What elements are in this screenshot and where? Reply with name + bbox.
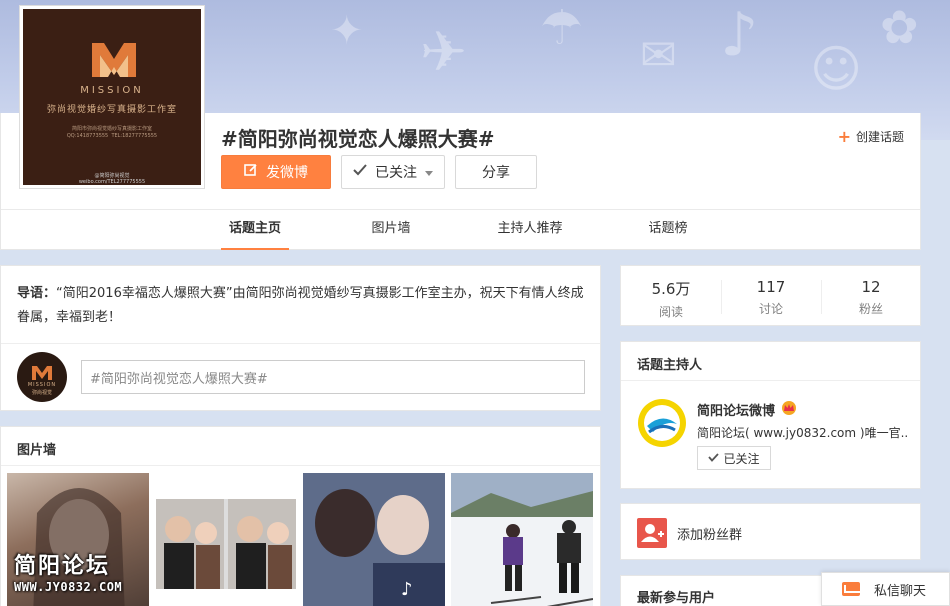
avatar-brand-cn: 弥尚视觉婚纱写真摄影工作室 bbox=[46, 105, 177, 115]
post-weibo-button[interactable]: 发微博 bbox=[221, 155, 331, 189]
avatar-weibo-url: weibo.com/TEL277775555 bbox=[78, 179, 146, 185]
avatar-weibo-handle: @简阳弥尚视觉 bbox=[94, 173, 130, 179]
banner-decoration: ✈ bbox=[420, 20, 467, 85]
create-topic-label: 创建话题 bbox=[855, 130, 904, 144]
divider bbox=[621, 380, 920, 381]
photo-thumbnail[interactable]: ♪ bbox=[303, 473, 445, 606]
tab-host-recommend[interactable]: 主持人推荐 bbox=[487, 210, 573, 250]
topic-title: #简阳弥尚视觉恋人爆照大赛# bbox=[221, 127, 495, 151]
topic-intro-card: 导语：“简阳2016幸福恋人爆照大赛”由简阳弥尚视觉婚纱写真摄影工作室主办，祝天… bbox=[0, 265, 601, 411]
create-topic-link[interactable]: + 创建话题 bbox=[838, 127, 904, 146]
banner-decoration: ☺ bbox=[810, 40, 863, 98]
stat-value: 117 bbox=[756, 278, 786, 296]
avatar-tel: TEL:18277775555 bbox=[111, 133, 158, 139]
svg-text:♪: ♪ bbox=[401, 579, 413, 600]
follow-host-label: 已关注 bbox=[723, 451, 760, 466]
intro-text: “简阳2016幸福恋人爆照大赛”由简阳弥尚视觉婚纱写真摄影工作室主办，祝天下有情… bbox=[17, 286, 584, 325]
photo-thumbnail[interactable] bbox=[451, 473, 593, 606]
watermark-url: WWW.JY0832.COM bbox=[14, 580, 123, 594]
host-description: 简阳论坛( www.jy0832.com )唯一官... bbox=[697, 426, 907, 440]
follow-host-button[interactable]: 已关注 bbox=[697, 446, 771, 470]
banner-decoration: ✿ bbox=[880, 0, 919, 54]
tab-topic-home[interactable]: 话题主页 bbox=[221, 210, 289, 250]
topic-intro: 导语：“简阳2016幸福恋人爆照大赛”由简阳弥尚视觉婚纱写真摄影工作室主办，祝天… bbox=[17, 282, 587, 330]
host-name-link[interactable]: 简阳论坛微博 bbox=[697, 400, 797, 419]
user-avatar[interactable]: MISSION 弥尚视觉 bbox=[17, 352, 67, 402]
intro-prefix: 导语： bbox=[17, 286, 57, 301]
share-button[interactable]: 分享 bbox=[455, 155, 537, 189]
stat-discussions[interactable]: 117 讨论 bbox=[721, 278, 821, 317]
watermark-cn: 简阳论坛 bbox=[14, 553, 111, 579]
follow-topic-label: 已关注 bbox=[375, 165, 417, 181]
host-title: 话题主持人 bbox=[637, 358, 703, 373]
banner-decoration: ✉ bbox=[640, 30, 677, 81]
add-fans-group-label: 添加粉丝群 bbox=[677, 528, 743, 543]
tab-topic-ranking[interactable]: 话题榜 bbox=[639, 210, 697, 250]
topic-host-card: 话题主持人 简阳论坛微博 简阳论坛( www.jy0832.com )唯一官..… bbox=[620, 341, 921, 489]
host-name: 简阳论坛微博 bbox=[697, 404, 776, 419]
banner-decoration: ☂ bbox=[540, 0, 584, 56]
divider bbox=[1, 343, 600, 344]
avatar-small-print: QQ:1418773555 TEL:18277775555 bbox=[23, 133, 201, 139]
private-chat-label: 私信聊天 bbox=[874, 583, 927, 599]
site-watermark: 简阳论坛 WWW.JY0832.COM bbox=[14, 548, 122, 594]
divider bbox=[1, 465, 600, 466]
post-input[interactable] bbox=[81, 360, 585, 394]
crown-icon bbox=[781, 400, 797, 419]
post-weibo-label: 发微博 bbox=[266, 165, 308, 181]
check-icon bbox=[353, 164, 367, 180]
stat-value: 5.6万 bbox=[651, 280, 691, 298]
stat-reads: 5.6万 阅读 bbox=[621, 278, 721, 320]
stat-label: 阅读 bbox=[658, 305, 683, 319]
check-icon bbox=[708, 451, 720, 465]
caret-down-icon bbox=[425, 164, 433, 180]
tab-photo-wall[interactable]: 图片墙 bbox=[361, 210, 421, 250]
follow-topic-button[interactable]: 已关注 bbox=[341, 155, 445, 189]
add-group-icon bbox=[637, 518, 667, 548]
topic-stats: 5.6万 阅读 117 讨论 12 粉丝 bbox=[620, 265, 921, 326]
avatar-brand-cn: 弥尚视觉 bbox=[31, 390, 52, 396]
host-avatar[interactable] bbox=[637, 398, 687, 448]
avatar-qq: QQ:1418773555 bbox=[66, 133, 109, 139]
fans-group-card[interactable]: 添加粉丝群 bbox=[620, 503, 921, 560]
edit-icon bbox=[244, 163, 258, 181]
topic-avatar: MISSION 弥尚视觉婚纱写真摄影工作室 简阳市弥尚视觉婚纱写真摄影工作室 Q… bbox=[20, 6, 204, 188]
photo-thumbnail[interactable] bbox=[156, 499, 296, 589]
photo-wall-title: 图片墙 bbox=[17, 443, 57, 458]
mission-logo-icon bbox=[92, 43, 136, 77]
stat-value: 12 bbox=[861, 278, 881, 296]
avatar-brand-en: MISSION bbox=[80, 85, 144, 96]
avatar-small-print: 简阳市弥尚视觉婚纱写真摄影工作室 bbox=[71, 126, 152, 132]
plus-icon: + bbox=[837, 127, 851, 146]
private-chat-bar[interactable]: 私信聊天 bbox=[821, 572, 950, 606]
recent-users-title: 最新参与用户 bbox=[637, 591, 716, 606]
stat-label: 粉丝 bbox=[858, 302, 883, 316]
stat-fans[interactable]: 12 粉丝 bbox=[821, 278, 921, 317]
banner-decoration: ✦ bbox=[330, 8, 364, 54]
stat-label: 讨论 bbox=[758, 302, 783, 316]
topic-tabs: 话题主页 图片墙 主持人推荐 话题榜 bbox=[1, 209, 920, 250]
banner-decoration: ♪ bbox=[720, 0, 759, 70]
avatar-brand-en: MISSION bbox=[27, 382, 57, 388]
mail-icon bbox=[842, 582, 862, 596]
